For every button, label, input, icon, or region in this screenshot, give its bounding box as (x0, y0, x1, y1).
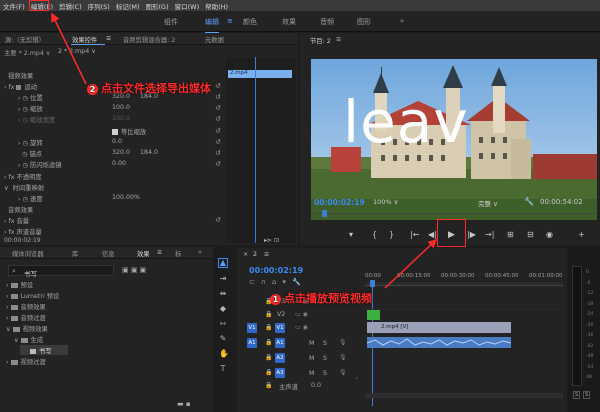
annotation-arrows (51, 12, 438, 289)
arrow-to-play-button (384, 238, 438, 289)
arrow-to-file-menu (51, 12, 87, 85)
annotation-step-2: 2 点击文件选择导出媒体 (87, 80, 211, 96)
annotation-step-1: 1 点击播放预览视频 (270, 290, 372, 306)
